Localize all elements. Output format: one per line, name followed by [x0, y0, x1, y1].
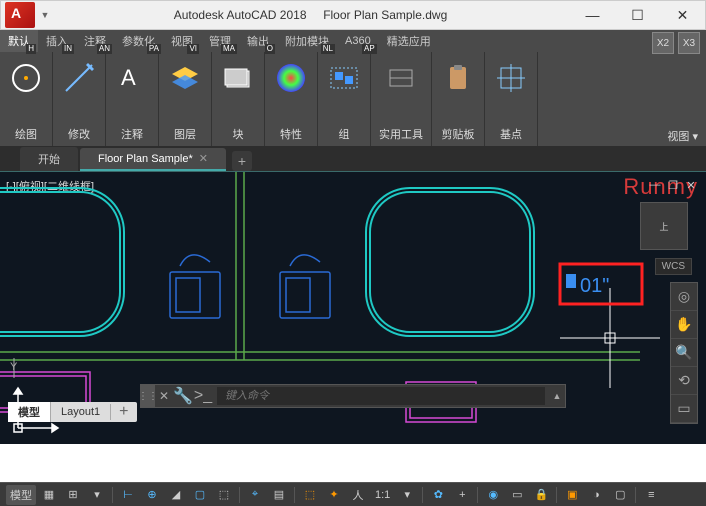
panel-layers[interactable]: 图层	[159, 52, 212, 146]
cmd-customize-icon[interactable]: 🔧	[173, 386, 193, 406]
status-gizmo-icon[interactable]: ✦	[323, 485, 345, 505]
add-tab-button[interactable]: +	[232, 151, 252, 171]
status-cleanscreen-icon[interactable]: ▢	[609, 485, 631, 505]
ribbon-panels: 绘图 修改 A 注释 图层 块 特性 组 实用工具	[0, 52, 706, 146]
status-3dosnap-icon[interactable]: ⬚	[213, 485, 235, 505]
ribbon-tab-a360[interactable]: A360AP	[337, 30, 379, 52]
status-isolate-icon[interactable]: ◑	[585, 485, 607, 505]
ribbon-tab-insert[interactable]: 插入IN	[38, 30, 76, 52]
ribbon-tab-output[interactable]: 输出O	[239, 30, 277, 52]
status-polar-icon[interactable]: ⊕	[141, 485, 163, 505]
ribbon-tab-view[interactable]: 视图VI	[163, 30, 201, 52]
ribbon-tab-annotate[interactable]: 注释AN	[76, 30, 114, 52]
window-title: Autodesk AutoCAD 2018 Floor Plan Sample.…	[51, 8, 570, 22]
view-panel-label[interactable]: 视图 ▾	[667, 128, 698, 144]
drawing-canvas[interactable]: [-][俯视][二维线框] Runmy — ❐ ✕ 上 WCS ◎ ✋ 🔍 ⟲ …	[0, 172, 706, 444]
panel-properties[interactable]: 特性	[265, 52, 318, 146]
panel-draw[interactable]: 绘图	[0, 52, 53, 146]
qat-dropdown-icon[interactable]: ▼	[39, 2, 51, 28]
cmd-recent-dropdown-icon[interactable]: ▲	[549, 391, 565, 401]
status-grid-icon[interactable]: ▦	[38, 485, 60, 505]
properties-icon	[273, 60, 309, 96]
file-name: Floor Plan Sample.dwg	[323, 8, 447, 22]
dimension-value: 01"	[580, 275, 609, 297]
status-workspace-icon[interactable]: ✿	[427, 485, 449, 505]
block-icon	[220, 60, 256, 96]
layout-tab-layout1[interactable]: Layout1	[51, 404, 111, 420]
annotate-icon: A	[114, 60, 150, 96]
layers-icon	[167, 60, 203, 96]
status-hardware-icon[interactable]: ▣	[561, 485, 583, 505]
command-input[interactable]	[217, 387, 545, 405]
doctab-start[interactable]: 开始	[20, 147, 78, 171]
ribbon-btn-x3[interactable]: X3	[678, 32, 700, 54]
modify-icon	[61, 60, 97, 96]
status-bar: 模型 ▦ ⊞ ▾ ⊢ ⊕ ◢ ▢ ⬚ ⌖ ▤ ⬚ ✦ 人 1:1 ▾ ✿ + ◉…	[0, 482, 706, 506]
close-button[interactable]: ✕	[660, 1, 705, 29]
close-tab-icon[interactable]: ✕	[199, 152, 208, 165]
doctab-file[interactable]: Floor Plan Sample*✕	[80, 148, 226, 171]
basepoint-icon	[493, 60, 529, 96]
title-bar: ▼ Autodesk AutoCAD 2018 Floor Plan Sampl…	[0, 0, 706, 30]
ribbon-btn-x2[interactable]: X2	[652, 32, 674, 54]
document-tabs: 开始 Floor Plan Sample*✕ +	[0, 146, 706, 172]
status-osnap-icon[interactable]: ▢	[189, 485, 211, 505]
minimize-button[interactable]: —	[570, 1, 615, 29]
status-selection-icon[interactable]: ⬚	[299, 485, 321, 505]
ribbon-tabs: 默认H 插入IN 注释AN 参数化PA 视图VI 管理MA 输出O 附加模块NL…	[0, 30, 706, 52]
app-menu-icon[interactable]	[5, 2, 35, 28]
svg-text:A: A	[121, 65, 136, 90]
ribbon-tab-featured[interactable]: 精选应用	[379, 30, 439, 52]
app-name: Autodesk AutoCAD 2018	[174, 8, 307, 22]
status-units-icon[interactable]: ◉	[482, 485, 504, 505]
maximize-button[interactable]: ☐	[615, 1, 660, 29]
panel-annotate[interactable]: A 注释	[106, 52, 159, 146]
command-line[interactable]: ⋮⋮ ✕ 🔧 >_ ▲	[140, 384, 566, 408]
status-scale-dd-icon[interactable]: ▾	[396, 485, 418, 505]
ribbon-tab-manage[interactable]: 管理MA	[201, 30, 239, 52]
panel-modify[interactable]: 修改	[53, 52, 106, 146]
status-isodraft-icon[interactable]: ◢	[165, 485, 187, 505]
layout-tab-model[interactable]: 模型	[8, 402, 51, 422]
ribbon: 默认H 插入IN 注释AN 参数化PA 视图VI 管理MA 输出O 附加模块NL…	[0, 30, 706, 146]
panel-block[interactable]: 块	[212, 52, 265, 146]
clipboard-icon	[440, 60, 476, 96]
cmd-grip-icon[interactable]: ⋮⋮	[141, 385, 155, 407]
status-dropdown-icon[interactable]: ▾	[86, 485, 108, 505]
cmd-prompt-icon: >_	[193, 387, 213, 405]
status-quickprops-icon[interactable]: ▭	[506, 485, 528, 505]
status-annoscale-icon[interactable]: 人	[347, 485, 369, 505]
utilities-icon	[383, 60, 419, 96]
status-snap-icon[interactable]: ⊞	[62, 485, 84, 505]
ribbon-tab-addins[interactable]: 附加模块NL	[277, 30, 337, 52]
status-customize-icon[interactable]: ≡	[640, 485, 662, 505]
status-lock-icon[interactable]: 🔒	[530, 485, 552, 505]
layout-add-button[interactable]: +	[111, 401, 136, 423]
panel-basepoint[interactable]: 基点	[485, 52, 538, 146]
status-model-button[interactable]: 模型	[6, 485, 36, 505]
draw-icon	[8, 60, 44, 96]
status-annomonitor-icon[interactable]: +	[451, 485, 473, 505]
ribbon-tab-default[interactable]: 默认H	[0, 30, 38, 52]
status-ortho-icon[interactable]: ⊢	[117, 485, 139, 505]
cmd-close-icon[interactable]: ✕	[155, 389, 173, 403]
ribbon-tab-parametric[interactable]: 参数化PA	[114, 30, 163, 52]
layout-tabs: 模型 Layout1 +	[8, 402, 137, 422]
status-transparency-icon[interactable]: ▤	[268, 485, 290, 505]
panel-group[interactable]: 组	[318, 52, 371, 146]
group-icon	[326, 60, 362, 96]
status-scale-button[interactable]: 1:1	[371, 485, 394, 505]
panel-clipboard[interactable]: 剪贴板	[432, 52, 485, 146]
panel-utilities[interactable]: 实用工具	[371, 52, 432, 146]
status-lineweight-icon[interactable]: ⌖	[244, 485, 266, 505]
